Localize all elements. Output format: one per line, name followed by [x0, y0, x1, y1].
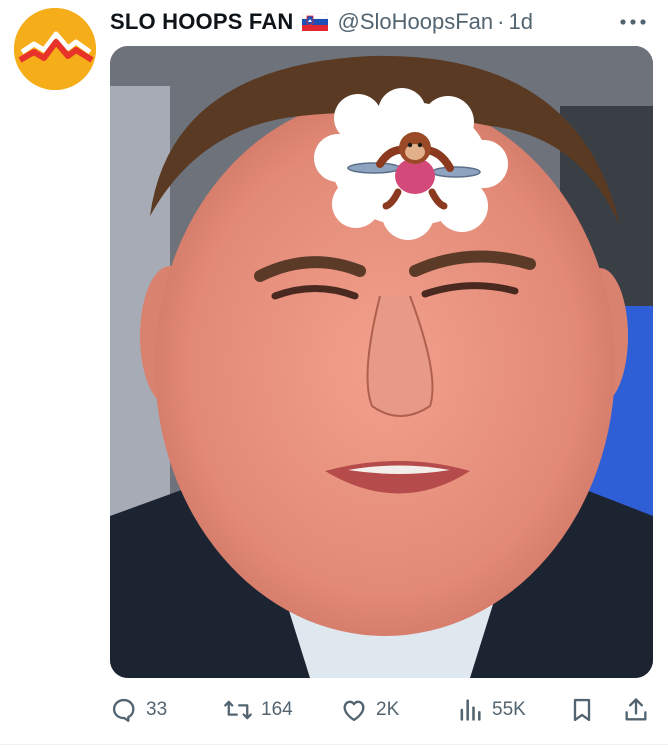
more-options-button[interactable] — [616, 10, 650, 34]
post-timestamp[interactable]: 1d — [508, 9, 532, 35]
display-name[interactable]: SLO HOOPS FAN — [110, 9, 294, 35]
views-button[interactable]: 55K — [456, 688, 526, 732]
like-count: 2K — [376, 699, 400, 720]
reply-button[interactable]: 33 — [110, 688, 167, 732]
views-chart-icon — [460, 699, 481, 721]
slovenia-flag-icon — [301, 13, 328, 31]
reply-icon — [112, 698, 135, 722]
mountain-logo-icon — [14, 8, 96, 90]
photo-illustration — [110, 46, 653, 678]
divider — [0, 744, 668, 745]
bookmark-icon — [573, 698, 591, 722]
user-handle[interactable]: @SloHoopsFan — [338, 9, 494, 35]
post-actions-bar: 33 164 2K 55K — [0, 688, 668, 732]
share-icon — [625, 698, 647, 721]
separator-dot: · — [497, 9, 505, 34]
repost-button[interactable]: 164 — [223, 688, 293, 732]
views-count: 55K — [492, 699, 526, 720]
post-header: SLO HOOPS FAN @SloHoopsFan · 1d — [110, 6, 533, 38]
share-button[interactable] — [622, 688, 650, 732]
more-dots-icon — [620, 19, 646, 25]
post-image[interactable] — [110, 46, 653, 678]
like-button[interactable]: 2K — [340, 688, 399, 732]
repost-icon — [224, 700, 252, 720]
bookmark-button[interactable] — [568, 688, 596, 732]
heart-icon — [343, 700, 365, 722]
repost-count: 164 — [261, 699, 293, 720]
avatar[interactable] — [14, 8, 96, 90]
reply-count: 33 — [146, 699, 168, 720]
